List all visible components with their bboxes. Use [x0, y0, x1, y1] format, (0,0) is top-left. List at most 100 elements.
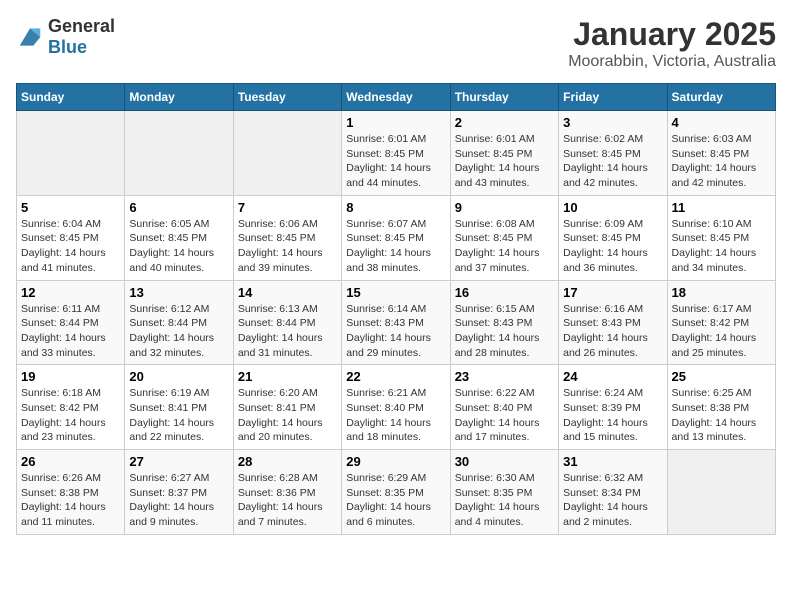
day-number: 26: [21, 454, 120, 469]
logo-icon: [16, 25, 44, 49]
calendar-cell: 27 Sunrise: 6:27 AMSunset: 8:37 PMDayligh…: [125, 450, 233, 535]
day-info: Sunrise: 6:01 AMSunset: 8:45 PMDaylight:…: [455, 132, 554, 191]
day-number: 14: [238, 285, 337, 300]
logo-text: General Blue: [48, 16, 115, 58]
day-info: Sunrise: 6:04 AMSunset: 8:45 PMDaylight:…: [21, 217, 120, 276]
calendar-cell: [233, 111, 341, 196]
day-number: 13: [129, 285, 228, 300]
day-number: 19: [21, 369, 120, 384]
calendar-header: SundayMondayTuesdayWednesdayThursdayFrid…: [17, 84, 776, 111]
day-number: 1: [346, 115, 445, 130]
calendar-cell: 1 Sunrise: 6:01 AMSunset: 8:45 PMDaylight…: [342, 111, 450, 196]
day-info: Sunrise: 6:01 AMSunset: 8:45 PMDaylight:…: [346, 132, 445, 191]
calendar-cell: 7 Sunrise: 6:06 AMSunset: 8:45 PMDaylight…: [233, 195, 341, 280]
day-number: 23: [455, 369, 554, 384]
day-number: 15: [346, 285, 445, 300]
day-info: Sunrise: 6:07 AMSunset: 8:45 PMDaylight:…: [346, 217, 445, 276]
calendar-cell: 22 Sunrise: 6:21 AMSunset: 8:40 PMDayligh…: [342, 365, 450, 450]
calendar-cell: [667, 450, 775, 535]
day-info: Sunrise: 6:06 AMSunset: 8:45 PMDaylight:…: [238, 217, 337, 276]
day-info: Sunrise: 6:15 AMSunset: 8:43 PMDaylight:…: [455, 302, 554, 361]
calendar-cell: 29Sunrise: 6:29 AMSunset: 8:35 PMDayligh…: [342, 450, 450, 535]
calendar-cell: 15 Sunrise: 6:14 AMSunset: 8:43 PMDayligh…: [342, 280, 450, 365]
day-number: 11: [672, 200, 771, 215]
weekday-header-row: SundayMondayTuesdayWednesdayThursdayFrid…: [17, 84, 776, 111]
day-number: 4: [672, 115, 771, 130]
calendar-week-2: 5 Sunrise: 6:04 AMSunset: 8:45 PMDaylight…: [17, 195, 776, 280]
day-info: Sunrise: 6:19 AMSunset: 8:41 PMDaylight:…: [129, 386, 228, 445]
day-number: 5: [21, 200, 120, 215]
day-number: 3: [563, 115, 662, 130]
day-info: Sunrise: 6:09 AMSunset: 8:45 PMDaylight:…: [563, 217, 662, 276]
calendar-cell: 20 Sunrise: 6:19 AMSunset: 8:41 PMDayligh…: [125, 365, 233, 450]
calendar-cell: 17 Sunrise: 6:16 AMSunset: 8:43 PMDayligh…: [559, 280, 667, 365]
day-info: Sunrise: 6:16 AMSunset: 8:43 PMDaylight:…: [563, 302, 662, 361]
day-number: 21: [238, 369, 337, 384]
day-info: Sunrise: 6:11 AMSunset: 8:44 PMDaylight:…: [21, 302, 120, 361]
calendar-week-5: 26 Sunrise: 6:26 AMSunset: 8:38 PMDayligh…: [17, 450, 776, 535]
calendar-cell: 28 Sunrise: 6:28 AMSunset: 8:36 PMDayligh…: [233, 450, 341, 535]
day-number: 12: [21, 285, 120, 300]
day-number: 10: [563, 200, 662, 215]
weekday-header-friday: Friday: [559, 84, 667, 111]
calendar-cell: 30Sunrise: 6:30 AMSunset: 8:35 PMDayligh…: [450, 450, 558, 535]
day-info: Sunrise: 6:14 AMSunset: 8:43 PMDaylight:…: [346, 302, 445, 361]
logo-general: General: [48, 16, 115, 36]
calendar-table: SundayMondayTuesdayWednesdayThursdayFrid…: [16, 83, 776, 535]
logo-blue: Blue: [48, 37, 87, 57]
day-number: 31: [563, 454, 662, 469]
day-number: 22: [346, 369, 445, 384]
calendar-week-4: 19 Sunrise: 6:18 AMSunset: 8:42 PMDayligh…: [17, 365, 776, 450]
title-block: January 2025 Moorabbin, Victoria, Austra…: [568, 16, 776, 71]
weekday-header-wednesday: Wednesday: [342, 84, 450, 111]
day-info: Sunrise: 6:28 AMSunset: 8:36 PMDaylight:…: [238, 471, 337, 530]
day-info: Sunrise: 6:26 AMSunset: 8:38 PMDaylight:…: [21, 471, 120, 530]
calendar-cell: 21Sunrise: 6:20 AMSunset: 8:41 PMDayligh…: [233, 365, 341, 450]
day-info: Sunrise: 6:05 AMSunset: 8:45 PMDaylight:…: [129, 217, 228, 276]
day-info: Sunrise: 6:03 AMSunset: 8:45 PMDaylight:…: [672, 132, 771, 191]
calendar-cell: 16Sunrise: 6:15 AMSunset: 8:43 PMDayligh…: [450, 280, 558, 365]
weekday-header-saturday: Saturday: [667, 84, 775, 111]
calendar-cell: 5 Sunrise: 6:04 AMSunset: 8:45 PMDaylight…: [17, 195, 125, 280]
calendar-cell: 4 Sunrise: 6:03 AMSunset: 8:45 PMDaylight…: [667, 111, 775, 196]
calendar-cell: 19 Sunrise: 6:18 AMSunset: 8:42 PMDayligh…: [17, 365, 125, 450]
calendar-cell: 2Sunrise: 6:01 AMSunset: 8:45 PMDaylight…: [450, 111, 558, 196]
day-number: 6: [129, 200, 228, 215]
day-number: 27: [129, 454, 228, 469]
weekday-header-tuesday: Tuesday: [233, 84, 341, 111]
calendar-week-3: 12 Sunrise: 6:11 AMSunset: 8:44 PMDayligh…: [17, 280, 776, 365]
calendar-cell: 31 Sunrise: 6:32 AMSunset: 8:34 PMDayligh…: [559, 450, 667, 535]
day-info: Sunrise: 6:12 AMSunset: 8:44 PMDaylight:…: [129, 302, 228, 361]
page-title: January 2025: [568, 16, 776, 53]
day-number: 28: [238, 454, 337, 469]
day-info: Sunrise: 6:32 AMSunset: 8:34 PMDaylight:…: [563, 471, 662, 530]
calendar-cell: 13 Sunrise: 6:12 AMSunset: 8:44 PMDayligh…: [125, 280, 233, 365]
calendar-cell: [17, 111, 125, 196]
calendar-cell: 24Sunrise: 6:24 AMSunset: 8:39 PMDayligh…: [559, 365, 667, 450]
day-number: 18: [672, 285, 771, 300]
day-number: 20: [129, 369, 228, 384]
calendar-cell: 9Sunrise: 6:08 AMSunset: 8:45 PMDaylight…: [450, 195, 558, 280]
day-info: Sunrise: 6:02 AMSunset: 8:45 PMDaylight:…: [563, 132, 662, 191]
calendar-cell: 3 Sunrise: 6:02 AMSunset: 8:45 PMDaylight…: [559, 111, 667, 196]
day-number: 8: [346, 200, 445, 215]
day-info: Sunrise: 6:17 AMSunset: 8:42 PMDaylight:…: [672, 302, 771, 361]
day-info: Sunrise: 6:25 AMSunset: 8:38 PMDaylight:…: [672, 386, 771, 445]
day-number: 17: [563, 285, 662, 300]
day-number: 7: [238, 200, 337, 215]
page-subtitle: Moorabbin, Victoria, Australia: [568, 53, 776, 71]
day-info: Sunrise: 6:27 AMSunset: 8:37 PMDaylight:…: [129, 471, 228, 530]
calendar-cell: 8 Sunrise: 6:07 AMSunset: 8:45 PMDaylight…: [342, 195, 450, 280]
day-info: Sunrise: 6:29 AMSunset: 8:35 PMDaylight:…: [346, 471, 445, 530]
weekday-header-sunday: Sunday: [17, 84, 125, 111]
day-info: Sunrise: 6:21 AMSunset: 8:40 PMDaylight:…: [346, 386, 445, 445]
calendar-cell: [125, 111, 233, 196]
day-info: Sunrise: 6:22 AMSunset: 8:40 PMDaylight:…: [455, 386, 554, 445]
weekday-header-monday: Monday: [125, 84, 233, 111]
day-info: Sunrise: 6:10 AMSunset: 8:45 PMDaylight:…: [672, 217, 771, 276]
calendar-body: 1 Sunrise: 6:01 AMSunset: 8:45 PMDaylight…: [17, 111, 776, 535]
calendar-cell: 26 Sunrise: 6:26 AMSunset: 8:38 PMDayligh…: [17, 450, 125, 535]
day-number: 9: [455, 200, 554, 215]
day-info: Sunrise: 6:18 AMSunset: 8:42 PMDaylight:…: [21, 386, 120, 445]
calendar-cell: 18 Sunrise: 6:17 AMSunset: 8:42 PMDayligh…: [667, 280, 775, 365]
